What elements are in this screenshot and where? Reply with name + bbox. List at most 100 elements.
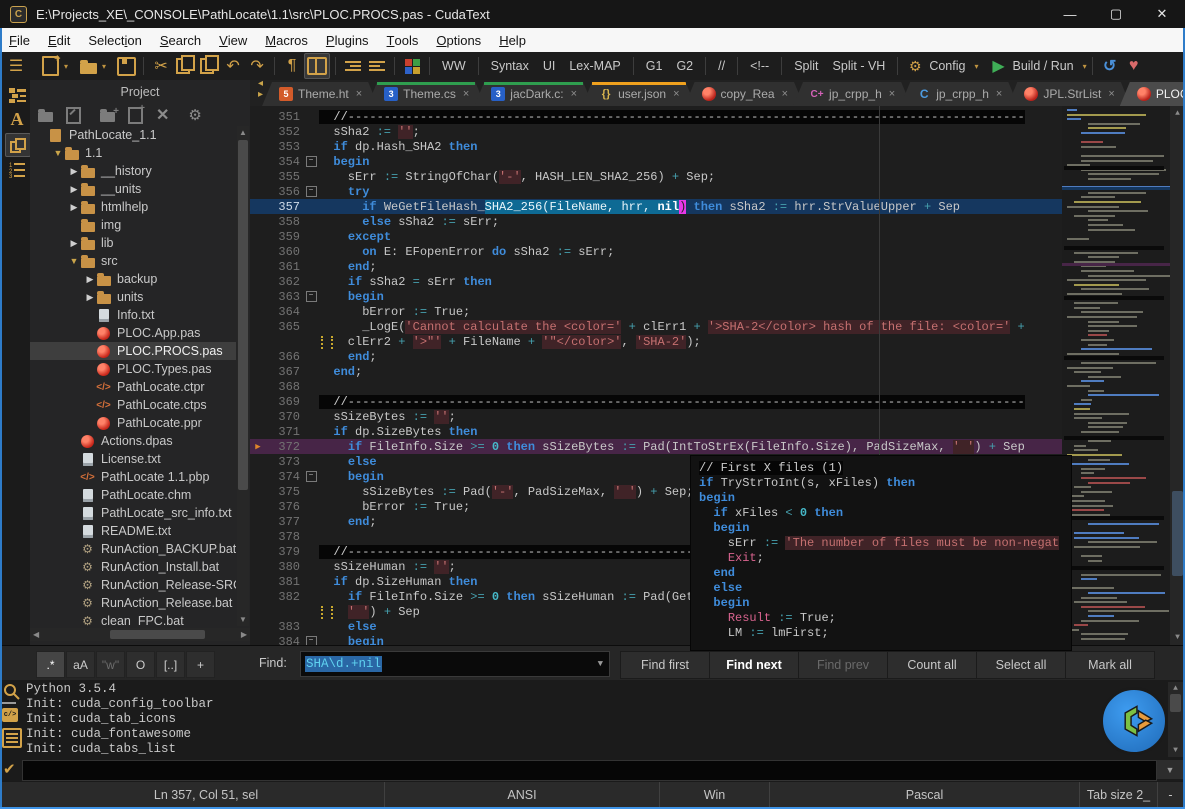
menu-item-tools[interactable]: Tools [378,28,428,52]
plugins-colors-icon[interactable] [400,54,424,78]
console-check-icon[interactable]: ✔ [3,760,16,778]
closed-arrow-icon[interactable]: ▶ [68,202,80,213]
maximize-button[interactable]: ▢ [1093,0,1139,28]
find-option-4[interactable]: [..] [156,651,185,678]
tree-item-htmlhelp[interactable]: ▶htmlhelp [30,198,236,216]
tree-item-PathLocate 1.1.pbp[interactable]: </>PathLocate 1.1.pbp [30,468,236,486]
show-unprinted-icon[interactable]: ¶ [280,54,304,78]
redo-icon[interactable]: ↷ [245,54,269,78]
g2-button[interactable]: G2 [669,59,700,73]
tree-item-__units[interactable]: ▶__units [30,180,236,198]
find-option-2[interactable]: "w" [96,651,125,678]
menu-item-help[interactable]: Help [490,28,535,52]
tree-hscrollbar[interactable]: ◀ ▶ [30,628,250,641]
tree-item-RunAction_Install.bat[interactable]: ⚙RunAction_Install.bat [30,558,236,576]
closed-arrow-icon[interactable]: ▶ [68,184,80,195]
tab-close-icon[interactable]: × [1108,88,1114,100]
undo-icon[interactable]: ↶ [221,54,245,78]
status-caret-pos[interactable]: Ln 357, Col 51, sel [28,782,385,808]
tree-item-RunAction_Release-SRC.bat[interactable]: ⚙RunAction_Release-SRC.bat [30,576,236,594]
code-line-363[interactable]: 363− begin [250,289,1062,304]
project-close-icon[interactable]: ✕ [156,105,169,125]
code-line-360[interactable]: 360 on E: EFopenError do sSha2 := sErr; [250,244,1062,259]
status-lexer[interactable]: Pascal [770,782,1080,808]
project-add-folder-icon[interactable]: + [100,109,115,122]
fold-marker-icon[interactable]: − [303,471,319,482]
code-line-352[interactable]: 352 sSha2 := ''; [250,124,1062,139]
find-first-button[interactable]: Find first [620,651,710,679]
project-settings-gear-icon[interactable]: ⚙ [188,106,201,124]
config-button[interactable]: Config [927,59,972,73]
console-input-dropdown-icon[interactable]: ▼ [1157,760,1183,779]
tree-item-PathLocate.ctps[interactable]: </>PathLocate.ctps [30,396,236,414]
tab-Theme.cs[interactable]: 3Theme.cs× [367,82,485,106]
close-button[interactable]: ✕ [1139,0,1185,28]
syntax-button[interactable]: Syntax [484,59,536,73]
tab-close-icon[interactable]: × [996,88,1002,100]
project-edit-icon[interactable] [66,107,81,124]
scroll-up-icon[interactable]: ▲ [237,126,249,137]
code-line-364[interactable]: 364 bError := True; [250,304,1062,319]
tab-JPL.StrList[interactable]: JPL.StrList× [1007,82,1130,106]
select-all-button[interactable]: Select all [976,651,1066,679]
cut-icon[interactable]: ✂ [149,54,173,78]
tree-panel-icon[interactable] [5,84,29,106]
tree-vscrollbar[interactable]: ▲ ▼ [237,126,249,626]
tree-item-PLOC.Types.pas[interactable]: PLOC.Types.pas [30,360,236,378]
open-file-icon[interactable] [76,54,100,78]
tree-item-clean_FPC.bat[interactable]: ⚙clean_FPC.bat [30,612,236,626]
copy-icon[interactable] [173,54,197,78]
sidebar-toggle-icon[interactable]: ☰ [4,54,28,78]
scroll-right-icon[interactable]: ▶ [241,630,247,639]
console-search-icon[interactable] [3,683,20,704]
tree-item-PLOC.App.pas[interactable]: PLOC.App.pas [30,324,236,342]
tree-item-PathLocate.chm[interactable]: PathLocate.chm [30,486,236,504]
code-line-358[interactable]: 358 else sSha2 := sErr; [250,214,1062,229]
code-line-368[interactable]: 368 [250,379,1062,394]
closed-arrow-icon[interactable]: ▶ [68,238,80,249]
code-line-369[interactable]: 369 //----------------------------------… [250,394,1062,409]
tab-copy_Rea[interactable]: copy_Rea× [685,82,804,106]
menu-item-options[interactable]: Options [427,28,490,52]
tree-item-PathLocate.ctpr[interactable]: </>PathLocate.ctpr [30,378,236,396]
paste-icon[interactable] [197,54,221,78]
save-icon[interactable] [114,54,138,78]
new-file-dropdown-icon[interactable]: ▾ [64,62,68,71]
status-encoding[interactable]: ANSI [385,782,660,808]
menu-item-edit[interactable]: Edit [39,28,79,52]
tab-close-icon[interactable]: × [889,88,895,100]
heart-icon[interactable]: ♥ [1122,54,1146,78]
console-input[interactable] [22,760,1157,781]
code-line-372[interactable]: ▶372 if FileInfo.Size >= 0 then sSizeByt… [250,439,1062,454]
tab-close-icon[interactable]: × [673,88,679,100]
tab-jacDark.c:[interactable]: 3jacDark.c:× [474,82,593,106]
tree-item-PathLocate.ppr[interactable]: PathLocate.ppr [30,414,236,432]
find-option-1[interactable]: aA [66,651,95,678]
code-line-355[interactable]: 355 sErr := StringOfChar('-', HASH_LEN_S… [250,169,1062,184]
tree-hscrollbar-thumb[interactable] [110,630,205,639]
code-line-wrap[interactable]: clErr2 + '>"' + FileName + '"</color>', … [250,334,1062,349]
tree-item-1.1[interactable]: ▼1.1 [30,144,236,162]
tab-close-icon[interactable]: × [571,88,577,100]
code-line-370[interactable]: 370 sSizeBytes := ''; [250,409,1062,424]
code-line-366[interactable]: 366 end; [250,349,1062,364]
tab-close-icon[interactable]: × [356,88,362,100]
status-tab-size[interactable]: Tab size 2_ [1080,782,1158,808]
code-line-367[interactable]: 367 end; [250,364,1062,379]
open-arrow-icon[interactable]: ▼ [68,256,80,266]
tree-item-src[interactable]: ▼src [30,252,236,270]
count-all-button[interactable]: Count all [887,651,977,679]
build-run-dropdown-icon[interactable]: ▾ [1083,62,1087,71]
html-comment-button[interactable]: <!-- [743,59,776,73]
console-code-icon[interactable]: c/> [2,708,18,722]
open-file-dropdown-icon[interactable]: ▾ [102,62,106,71]
tab-user.json[interactable]: {}user.json× [582,82,695,106]
tree-item-Actions.dpas[interactable]: Actions.dpas [30,432,236,450]
closed-arrow-icon[interactable]: ▶ [84,292,96,303]
mark-all-button[interactable]: Mark all [1065,651,1155,679]
project-open-folder-icon[interactable] [38,109,53,122]
config-dropdown-icon[interactable]: ▾ [974,62,978,71]
menu-item-plugins[interactable]: Plugins [317,28,378,52]
tree-item-units[interactable]: ▶units [30,288,236,306]
menu-item-view[interactable]: View [210,28,256,52]
